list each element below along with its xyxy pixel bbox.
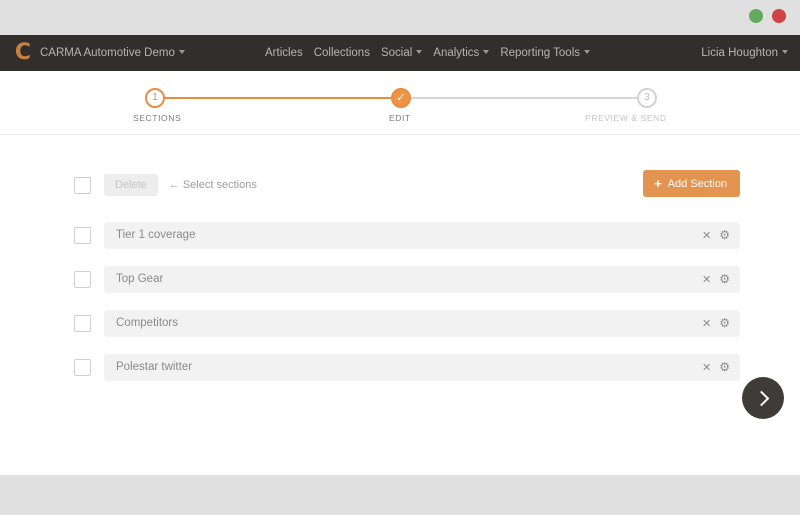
section-checkbox[interactable] <box>74 358 91 376</box>
step-circle: 1 <box>145 88 165 108</box>
logo-glyph: C <box>14 40 32 65</box>
section-row-actions: ✕ ⚙ <box>702 266 730 293</box>
gear-icon[interactable]: ⚙ <box>719 273 730 285</box>
section-row: Competitors ✕ ⚙ <box>60 301 740 345</box>
main-content: Delete ← Select sections + Add Section T… <box>0 167 800 389</box>
app-page: C CARMA Automotive Demo Articles Collect… <box>0 35 800 475</box>
step-number: 1 <box>152 92 158 103</box>
section-checkbox[interactable] <box>74 314 91 332</box>
section-row-actions: ✕ ⚙ <box>702 310 730 337</box>
nav-item-reporting-tools[interactable]: Reporting Tools <box>500 47 591 59</box>
window-titlebar <box>0 0 800 35</box>
add-section-label: Add Section <box>667 177 727 190</box>
user-menu-area: Licia Houghton <box>701 35 788 71</box>
nav-item-label: Analytics <box>433 47 480 59</box>
step-number: 3 <box>644 92 650 103</box>
sections-toolbar: Delete ← Select sections + Add Section <box>60 167 740 203</box>
next-step-button[interactable] <box>742 377 784 419</box>
stepper: 1 SECTIONS ✓ EDIT 3 PREVIEW & SEND <box>133 88 666 128</box>
step-circle: ✓ <box>391 88 411 108</box>
section-row-actions: ✕ ⚙ <box>702 354 730 381</box>
user-menu[interactable]: Licia Houghton <box>701 47 788 59</box>
section-row: Tier 1 coverage ✕ ⚙ <box>60 213 740 257</box>
chevron-down-icon <box>178 49 185 54</box>
wizard-progress: 1 SECTIONS ✓ EDIT 3 PREVIEW & SEND <box>0 71 800 135</box>
brand-account-switcher[interactable]: CARMA Automotive Demo <box>40 47 185 59</box>
step-circle: 3 <box>637 88 657 108</box>
delete-button[interactable]: Delete <box>104 174 158 196</box>
chevron-down-icon <box>416 49 423 54</box>
select-all-checkbox[interactable] <box>74 176 91 194</box>
step-label: PREVIEW & SEND <box>585 113 667 123</box>
check-icon: ✓ <box>396 91 406 104</box>
section-item[interactable]: Tier 1 coverage ✕ ⚙ <box>104 221 740 249</box>
section-title: Polestar twitter <box>116 361 193 373</box>
nav-item-label: Reporting Tools <box>500 47 581 59</box>
brand-label: CARMA Automotive Demo <box>40 47 175 59</box>
nav-item-label: Collections <box>313 47 370 59</box>
section-row-actions: ✕ ⚙ <box>702 222 730 249</box>
window-footer <box>0 475 800 515</box>
stepper-connector-completed <box>165 97 401 99</box>
select-sections-hint: ← Select sections <box>168 179 257 191</box>
close-icon[interactable]: ✕ <box>702 318 711 329</box>
minimize-button[interactable] <box>749 9 763 23</box>
gear-icon[interactable]: ⚙ <box>719 361 730 373</box>
sections-list: Tier 1 coverage ✕ ⚙ Top Gear ✕ ⚙ Competi… <box>60 213 740 389</box>
window-controls <box>749 9 786 23</box>
section-item[interactable]: Polestar twitter ✕ ⚙ <box>104 353 740 381</box>
user-name-label: Licia Houghton <box>701 47 778 59</box>
close-icon[interactable]: ✕ <box>702 274 711 285</box>
nav-item-label: Social <box>380 47 413 59</box>
nav-item-collections[interactable]: Collections <box>314 47 370 59</box>
chevron-down-icon <box>483 49 490 54</box>
section-title: Competitors <box>116 317 178 329</box>
nav-item-analytics[interactable]: Analytics <box>433 47 490 59</box>
section-row: Top Gear ✕ ⚙ <box>60 257 740 301</box>
nav-item-social[interactable]: Social <box>380 47 423 59</box>
chevron-down-icon <box>584 49 591 54</box>
chevron-down-icon <box>782 49 788 54</box>
section-checkbox[interactable] <box>74 270 91 288</box>
gear-icon[interactable]: ⚙ <box>719 317 730 329</box>
section-title: Top Gear <box>116 273 164 285</box>
top-navigation-bar: C CARMA Automotive Demo Articles Collect… <box>0 35 800 71</box>
nav-item-label: Articles <box>265 47 303 59</box>
main-menu: Articles Collections Social Analytics Re… <box>265 35 591 71</box>
close-button[interactable] <box>772 9 786 23</box>
section-checkbox[interactable] <box>74 226 91 244</box>
step-label: SECTIONS <box>133 113 182 123</box>
section-item[interactable]: Top Gear ✕ ⚙ <box>104 265 740 293</box>
gear-icon[interactable]: ⚙ <box>719 229 730 241</box>
carma-logo-icon[interactable]: C <box>6 42 40 64</box>
step-label: EDIT <box>389 113 411 123</box>
section-title: Tier 1 coverage <box>116 229 196 241</box>
plus-icon: + <box>654 175 662 191</box>
close-icon[interactable]: ✕ <box>702 230 711 241</box>
add-section-button[interactable]: + Add Section <box>643 170 740 197</box>
stepper-connector-upcoming <box>401 97 637 99</box>
nav-item-articles[interactable]: Articles <box>265 47 303 59</box>
close-icon[interactable]: ✕ <box>702 362 711 373</box>
chevron-right-icon <box>753 390 769 406</box>
section-item[interactable]: Competitors ✕ ⚙ <box>104 309 740 337</box>
section-row: Polestar twitter ✕ ⚙ <box>60 345 740 389</box>
